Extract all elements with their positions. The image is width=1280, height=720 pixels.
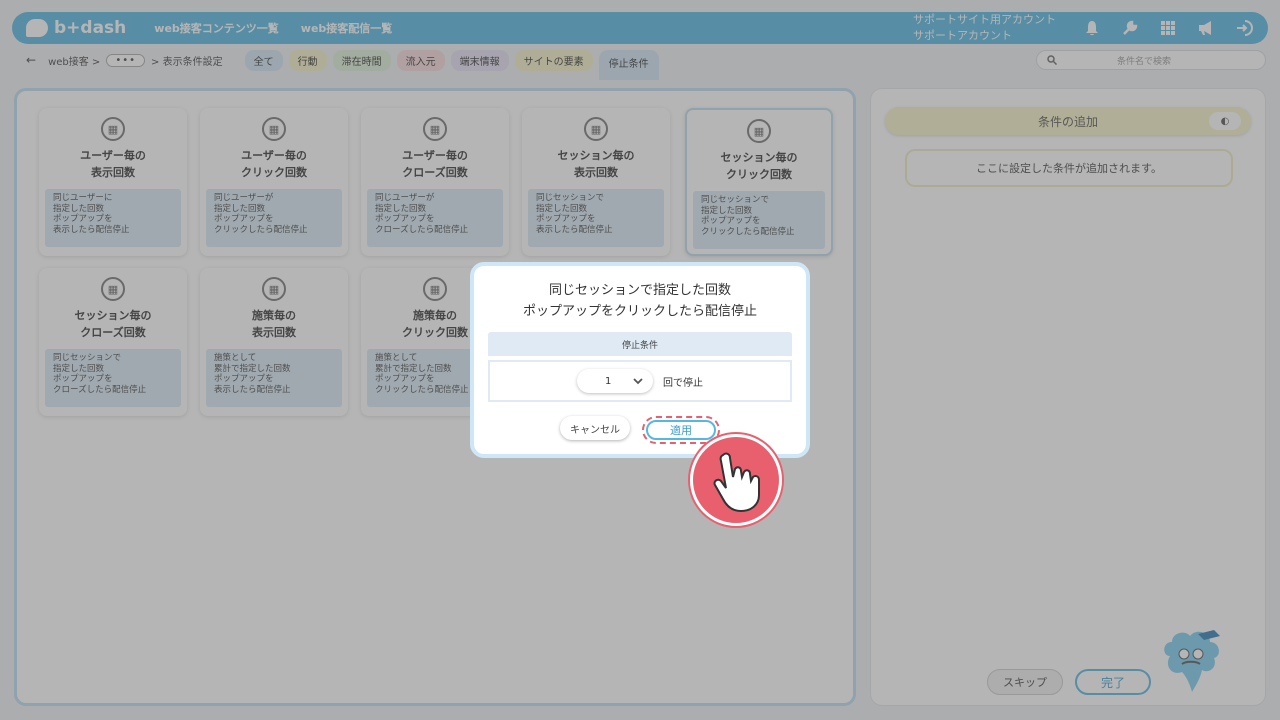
modal-title: 同じセッションで指定した回数 ポップアップをクリックしたら配信停止 — [522, 283, 757, 319]
modal-section-header: 停止条件 — [488, 332, 792, 356]
tap-hand-icon — [690, 434, 782, 526]
count-select[interactable]: 1 — [577, 369, 653, 393]
stop-condition-modal: 同じセッションで指定した回数 ポップアップをクリックしたら配信停止 停止条件 1… — [470, 262, 810, 458]
cancel-button[interactable]: キャンセル — [560, 416, 630, 440]
chevron-down-icon — [633, 378, 643, 385]
modal-input-row: 1 回で停止 — [488, 360, 792, 402]
count-select-value: 1 — [605, 375, 612, 387]
count-suffix: 回で停止 — [663, 377, 703, 389]
